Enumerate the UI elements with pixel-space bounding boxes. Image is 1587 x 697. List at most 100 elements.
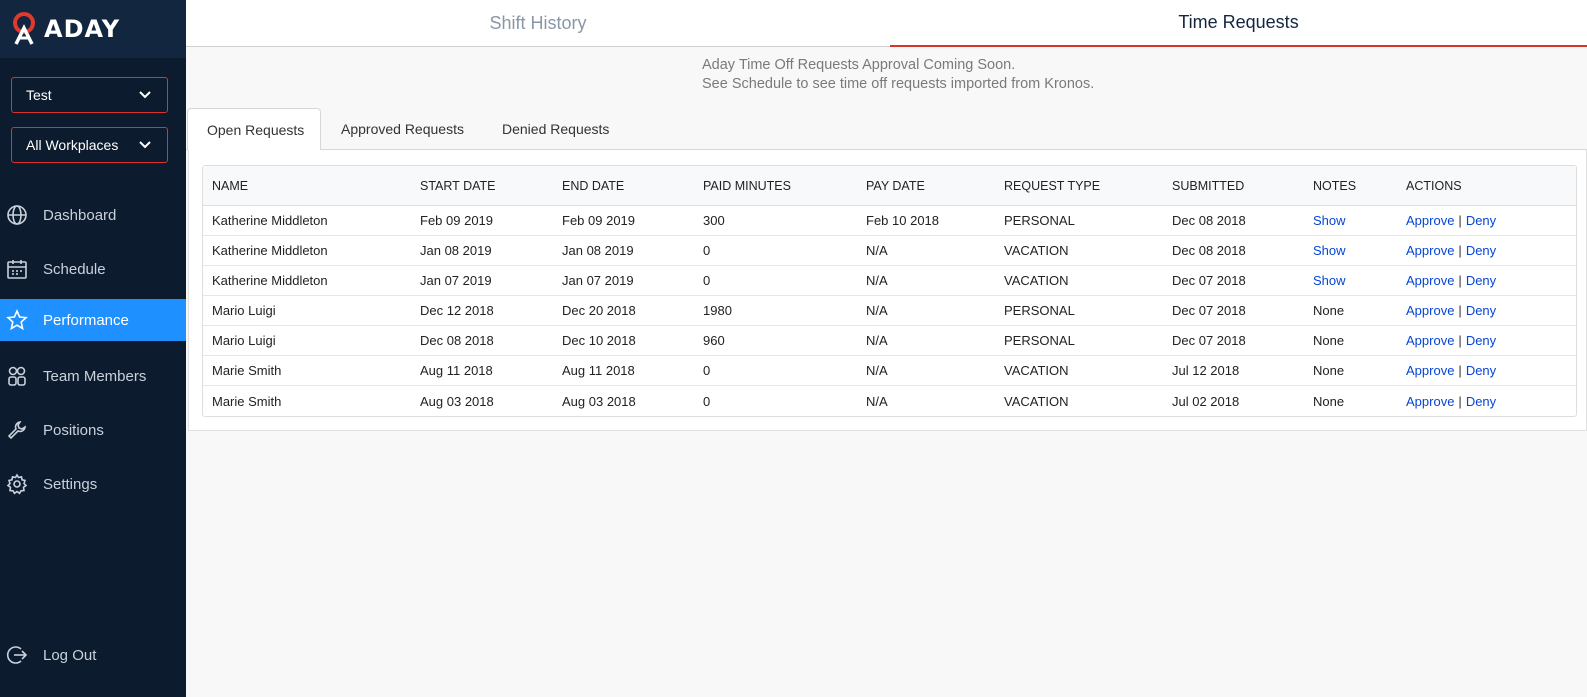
cell-end: Dec 20 2018 — [562, 303, 636, 318]
notice-line-1: Aday Time Off Requests Approval Coming S… — [702, 57, 1016, 73]
notice: Aday Time Off Requests Approval Coming S… — [702, 56, 1094, 94]
table-row: Mario Luigi Dec 12 2018 Dec 20 2018 1980 N/A… — [203, 296, 1576, 326]
cell-submitted: Dec 07 2018 — [1172, 303, 1246, 318]
approve-link[interactable]: Approve — [1406, 363, 1454, 378]
approve-link[interactable]: Approve — [1406, 273, 1454, 288]
nav-label: Team Members — [43, 367, 147, 385]
cell-notes: None — [1313, 393, 1345, 409]
deny-link[interactable]: Deny — [1466, 394, 1496, 409]
cell-pay-date: N/A — [866, 393, 888, 409]
cell-type: VACATION — [1004, 393, 1069, 409]
org-selector[interactable]: Test — [11, 77, 168, 113]
cell-submitted: Dec 07 2018 — [1172, 333, 1246, 348]
cell-pay-date: N/A — [866, 273, 888, 288]
table-row: Marie Smith Aug 11 2018 Aug 11 2018 0 N/A VAC… — [203, 356, 1576, 386]
cell-start: Dec 12 2018 — [420, 303, 494, 318]
cell-start: Jan 07 2019 — [420, 273, 492, 288]
approve-link[interactable]: Approve — [1406, 213, 1454, 228]
cell-notes: None — [1313, 303, 1345, 318]
row-actions: Approve | Deny — [1406, 326, 1496, 355]
star-icon — [5, 308, 29, 332]
approve-link[interactable]: Approve — [1406, 303, 1454, 318]
cell-paid: 1980 — [703, 303, 732, 318]
tab-open-requests[interactable]: Open Requests — [187, 108, 321, 151]
cell-paid: 0 — [703, 243, 711, 258]
column-header: END DATE — [562, 178, 625, 193]
workplace-selector[interactable]: All Workplaces — [11, 127, 168, 163]
team-icon — [5, 364, 29, 388]
nav-label: Settings — [43, 475, 98, 493]
org-selector-value: Test — [26, 87, 52, 103]
row-actions: Approve | Deny — [1406, 386, 1496, 416]
requests-table: NAME START DATE END DATE PAID MINUTES PA… — [202, 165, 1577, 417]
notes-show-link[interactable]: Show — [1313, 206, 1346, 235]
cell-end: Aug 03 2018 — [562, 393, 636, 409]
deny-link[interactable]: Deny — [1466, 363, 1496, 378]
column-header: NOTES — [1313, 178, 1357, 193]
notice-line-2: See Schedule to see time off requests im… — [702, 76, 1095, 92]
approve-link[interactable]: Approve — [1406, 243, 1454, 258]
logo[interactable]: ADAY — [0, 0, 186, 58]
cell-pay-date: N/A — [866, 303, 888, 318]
cell-submitted: Jul 12 2018 — [1172, 363, 1240, 378]
cell-paid: 0 — [703, 273, 711, 288]
request-tabs: Open Requests Approved Requests Denied R… — [186, 108, 1587, 151]
nav-settings[interactable]: Settings — [0, 463, 186, 505]
notes-show-link[interactable]: Show — [1313, 266, 1346, 295]
cell-submitted: Dec 08 2018 — [1172, 243, 1246, 258]
cell-type: VACATION — [1004, 363, 1069, 378]
cell-name: Katherine Middleton — [212, 273, 328, 288]
nav-dashboard[interactable]: Dashboard — [0, 194, 186, 236]
column-header: NAME — [212, 178, 249, 193]
table-header: NAME START DATE END DATE PAID MINUTES PA… — [203, 166, 1576, 206]
cell-type: VACATION — [1004, 243, 1069, 258]
cell-pay-date: N/A — [866, 243, 888, 258]
chevron-down-icon — [139, 87, 151, 103]
column-header: ACTIONS — [1406, 178, 1462, 193]
deny-link[interactable]: Deny — [1466, 303, 1496, 318]
deny-link[interactable]: Deny — [1466, 213, 1496, 228]
cell-type: PERSONAL — [1004, 333, 1075, 348]
calendar-icon — [5, 257, 29, 281]
row-actions: Approve | Deny — [1406, 296, 1496, 325]
tab-shift-history[interactable]: Shift History — [186, 0, 890, 47]
action-separator: | — [1458, 333, 1462, 348]
action-separator: | — [1458, 243, 1462, 258]
column-header: START DATE — [420, 178, 496, 193]
approve-link[interactable]: Approve — [1406, 394, 1454, 409]
cell-end: Dec 10 2018 — [562, 333, 636, 348]
sidebar: ADAY Test All Workplaces Dashboard Sched… — [0, 0, 186, 697]
nav-team-members[interactable]: Team Members — [0, 355, 186, 397]
tab-denied-requests[interactable]: Denied Requests — [502, 108, 609, 150]
cell-paid: 0 — [703, 363, 711, 378]
cell-start: Jan 08 2019 — [420, 243, 492, 258]
wrench-icon — [5, 418, 29, 442]
approve-link[interactable]: Approve — [1406, 333, 1454, 348]
cell-start: Aug 03 2018 — [420, 393, 494, 409]
action-separator: | — [1458, 393, 1462, 409]
cell-submitted: Jul 02 2018 — [1172, 393, 1240, 409]
cell-pay-date: N/A — [866, 363, 888, 378]
notes-show-link[interactable]: Show — [1313, 236, 1346, 265]
nav-positions[interactable]: Positions — [0, 409, 186, 451]
nav-schedule[interactable]: Schedule — [0, 248, 186, 290]
table-row: Marie Smith Aug 03 2018 Aug 03 2018 0 N/A VAC… — [203, 386, 1576, 416]
deny-link[interactable]: Deny — [1466, 333, 1496, 348]
tab-approved-requests[interactable]: Approved Requests — [341, 108, 464, 150]
nav-performance[interactable]: Performance — [0, 299, 186, 341]
cell-type: VACATION — [1004, 273, 1069, 288]
cell-pay-date: Feb 10 2018 — [866, 213, 940, 228]
cell-type: PERSONAL — [1004, 213, 1075, 228]
cell-submitted: Dec 08 2018 — [1172, 213, 1246, 228]
logout-button[interactable]: Log Out — [0, 634, 186, 676]
table-row: Katherine Middleton Jan 07 2019 Jan 07 201… — [203, 266, 1576, 296]
deny-link[interactable]: Deny — [1466, 243, 1496, 258]
deny-link[interactable]: Deny — [1466, 273, 1496, 288]
brand-name: ADAY — [44, 15, 121, 43]
cell-paid: 960 — [703, 333, 725, 348]
cell-end: Jan 07 2019 — [562, 273, 634, 288]
action-separator: | — [1458, 303, 1462, 318]
row-actions: Approve | Deny — [1406, 206, 1496, 235]
header-tabs: Shift History Time Requests — [186, 0, 1587, 47]
tab-time-requests[interactable]: Time Requests — [890, 0, 1587, 47]
